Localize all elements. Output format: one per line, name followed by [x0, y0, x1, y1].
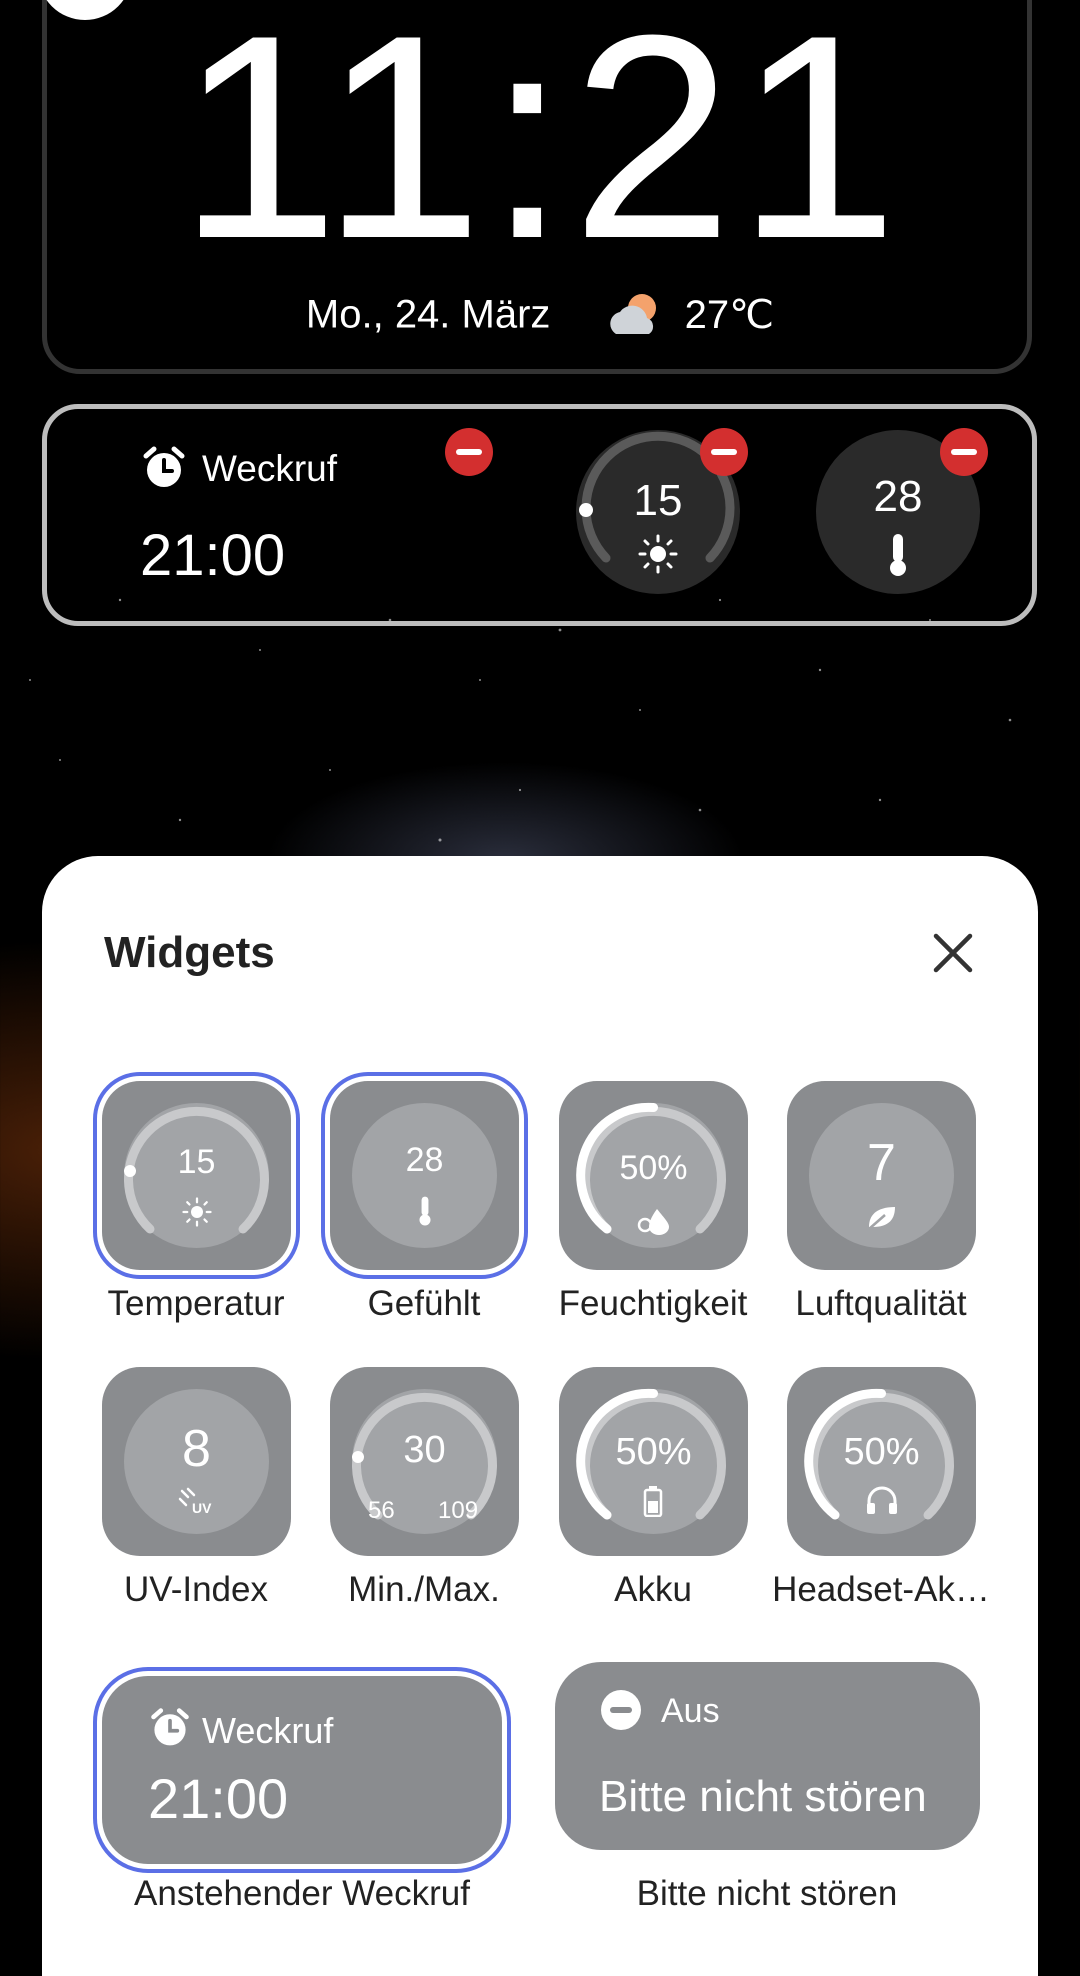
droplet-icon — [637, 1209, 669, 1235]
widgets-sheet: Widgets 15 Temperatur 28 Gefühlt 50% Feu… — [42, 856, 1038, 1976]
tile-dnd-status: Aus — [661, 1692, 720, 1730]
tile-battery-label: Akku — [614, 1570, 692, 1609]
alarm-widget-label: Weckruf — [202, 448, 338, 489]
tile-headset-battery-value: 50% — [843, 1431, 920, 1473]
tile-feels-like-value: 28 — [405, 1141, 444, 1179]
tile-alarm-title: Weckruf — [202, 1710, 334, 1751]
tile-upcoming-alarm[interactable]: Weckruf 21:00 — [93, 1667, 511, 1873]
tile-air-quality-label: Luftqualität — [795, 1284, 967, 1323]
tile-upcoming-alarm-label: Anstehender Weckruf — [134, 1874, 470, 1913]
alarm-widget-time: 21:00 — [140, 523, 286, 588]
tile-temperature-label: Temperatur — [107, 1284, 285, 1323]
tile-humidity-label: Feuchtigkeit — [558, 1284, 748, 1323]
tile-uv-index-value: 8 — [182, 1420, 211, 1478]
tile-min-max[interactable]: 30 56 109 — [330, 1367, 519, 1556]
remove-alarm-widget-button[interactable] — [445, 428, 493, 476]
tile-battery-value: 50% — [615, 1431, 692, 1473]
remove-feels-like-widget-button[interactable] — [940, 428, 988, 476]
remove-temperature-widget-button[interactable] — [700, 428, 748, 476]
sheet-title: Widgets — [104, 928, 275, 977]
tile-headset-battery[interactable]: 50% — [787, 1367, 976, 1556]
tile-uv-index[interactable]: 8 UV — [102, 1367, 291, 1556]
alarm-clock-icon — [143, 446, 185, 487]
clock-time: 11:21 — [177, 0, 903, 299]
tile-headset-battery-label: Headset-Ak… — [772, 1570, 990, 1609]
tile-temperature-value: 15 — [177, 1143, 216, 1181]
sun-icon — [638, 534, 678, 574]
tile-temperature[interactable]: 15 — [93, 1072, 300, 1279]
close-icon[interactable] — [928, 928, 978, 978]
alarm-clock-icon — [151, 1708, 189, 1746]
battery-icon — [643, 1486, 663, 1517]
uv-icon: UV — [178, 1487, 212, 1516]
headphones-icon — [867, 1486, 897, 1514]
tile-feels-like[interactable]: 28 — [321, 1072, 528, 1279]
temperature-text: 27℃ — [684, 293, 775, 337]
tile-max-value: 109 — [438, 1497, 479, 1524]
tile-humidity-value: 50% — [619, 1149, 688, 1187]
tile-uv-index-label: UV-Index — [124, 1570, 268, 1609]
tile-air-quality-value: 7 — [867, 1134, 896, 1192]
tile-min-value: 56 — [368, 1497, 395, 1524]
tile-alarm-time: 21:00 — [148, 1767, 289, 1830]
tile-battery[interactable]: 50% — [559, 1367, 748, 1556]
tile-do-not-disturb-label: Bitte nicht stören — [636, 1874, 898, 1913]
tile-air-quality[interactable]: 7 — [787, 1081, 976, 1270]
tile-humidity[interactable]: 50% — [559, 1081, 748, 1270]
feels-like-widget-value: 28 — [873, 472, 923, 521]
date-weather-row: Mo., 24. März 27℃ — [0, 290, 1080, 340]
tile-dnd-title: Bitte nicht stören — [599, 1772, 927, 1821]
tile-min-max-label: Min./Max. — [348, 1570, 500, 1609]
partly-cloudy-icon — [604, 290, 664, 340]
tile-do-not-disturb[interactable]: Aus Bitte nicht stören — [555, 1662, 980, 1850]
tile-feels-like-label: Gefühlt — [367, 1284, 481, 1323]
date-text: Mo., 24. März — [305, 292, 551, 337]
temperature-widget-value: 15 — [633, 476, 683, 525]
thermometer-icon — [419, 1196, 431, 1226]
thermometer-icon — [890, 534, 906, 576]
tile-min-max-value: 30 — [403, 1429, 446, 1471]
sun-icon — [182, 1197, 212, 1227]
leaf-icon — [868, 1207, 895, 1230]
svg-text:UV: UV — [192, 1500, 212, 1516]
do-not-disturb-icon — [601, 1690, 641, 1730]
